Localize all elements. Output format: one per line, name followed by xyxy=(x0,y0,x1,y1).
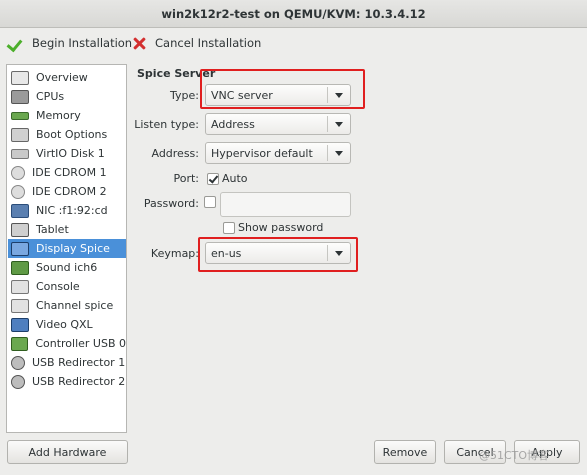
sidebar-item-channel-spice[interactable]: Channel spice xyxy=(8,296,126,315)
cpu-icon xyxy=(11,89,29,104)
show-password-label: Show password xyxy=(238,221,324,234)
usb-redirector-icon xyxy=(11,374,25,389)
cdrom-icon xyxy=(11,165,25,180)
port-auto-checkbox[interactable] xyxy=(207,173,219,185)
sidebar-item-controller-usb-0[interactable]: Controller USB 0 xyxy=(8,334,126,353)
sidebar-item-ide-cdrom-1[interactable]: IDE CDROM 1 xyxy=(8,163,126,182)
cancel-installation-button[interactable]: Cancel Installation xyxy=(131,34,261,52)
listen-type-select[interactable]: Address xyxy=(205,113,351,135)
boot-options-icon xyxy=(11,127,29,142)
controller-icon xyxy=(11,336,29,351)
usb-redirector-icon xyxy=(11,355,25,370)
channel-icon xyxy=(11,298,29,313)
checkmark-icon xyxy=(8,35,24,51)
remove-button[interactable]: Remove xyxy=(374,440,436,464)
type-highlight-box xyxy=(200,69,365,109)
disk-icon xyxy=(11,148,29,159)
sidebar-item-sound-ich6[interactable]: Sound ich6 xyxy=(8,258,126,277)
sidebar-item-boot-options[interactable]: Boot Options xyxy=(8,125,126,144)
sidebar-item-nic[interactable]: NIC :f1:92:cd xyxy=(8,201,126,220)
sidebar-item-overview[interactable]: Overview xyxy=(8,68,126,87)
sidebar-item-tablet[interactable]: Tablet xyxy=(8,220,126,239)
display-icon xyxy=(11,241,29,256)
show-password-checkbox[interactable] xyxy=(223,222,235,234)
sidebar-item-cpus[interactable]: CPUs xyxy=(8,87,126,106)
begin-installation-label: Begin Installation xyxy=(32,36,133,50)
password-field[interactable] xyxy=(220,192,351,217)
nic-icon xyxy=(11,203,29,218)
sidebar-item-video-qxl[interactable]: Video QXL xyxy=(8,315,126,334)
add-hardware-button[interactable]: Add Hardware xyxy=(7,440,128,464)
hardware-list: Overview CPUs Memory Boot Options VirtIO… xyxy=(6,64,127,433)
keymap-label: Keymap: xyxy=(150,247,199,260)
window-title: win2k12r2-test on QEMU/KVM: 10.3.4.12 xyxy=(161,7,426,21)
port-label: Port: xyxy=(173,172,199,185)
console-icon xyxy=(11,279,29,294)
toolbar: Begin Installation Cancel Installation xyxy=(0,28,587,58)
overview-icon xyxy=(11,70,29,85)
chevron-down-icon xyxy=(328,151,350,156)
memory-icon xyxy=(11,111,29,120)
password-label: Password: xyxy=(143,197,199,210)
address-value: Hypervisor default xyxy=(211,146,313,160)
sidebar-item-usb-redirector-1[interactable]: USB Redirector 1 xyxy=(8,353,126,372)
sidebar-item-ide-cdrom-2[interactable]: IDE CDROM 2 xyxy=(8,182,126,201)
cdrom-icon xyxy=(11,184,25,199)
begin-installation-button[interactable]: Begin Installation xyxy=(8,34,132,52)
sidebar-item-virtio-disk-1[interactable]: VirtIO Disk 1 xyxy=(8,144,126,163)
watermark: @51CTO博客 xyxy=(479,449,550,462)
cancel-installation-label: Cancel Installation xyxy=(155,36,262,50)
sidebar-item-usb-redirector-2[interactable]: USB Redirector 2 xyxy=(8,372,126,391)
tablet-icon xyxy=(11,222,29,237)
video-icon xyxy=(11,317,29,332)
type-label: Type: xyxy=(170,89,199,102)
listen-type-label: Listen type: xyxy=(134,118,199,131)
sidebar-item-console[interactable]: Console xyxy=(8,277,126,296)
address-label: Address: xyxy=(151,147,199,160)
listen-type-value: Address xyxy=(211,117,255,131)
address-select[interactable]: Hypervisor default xyxy=(205,142,351,164)
title-bar: win2k12r2-test on QEMU/KVM: 10.3.4.12 xyxy=(0,0,587,28)
chevron-down-icon xyxy=(328,122,350,127)
keymap-highlight-box xyxy=(198,237,358,272)
password-checkbox[interactable] xyxy=(204,196,216,208)
cancel-x-icon xyxy=(131,35,147,51)
sound-icon xyxy=(11,260,29,275)
port-auto-label: Auto xyxy=(222,172,248,185)
sidebar-item-display-spice[interactable]: Display Spice xyxy=(8,239,126,258)
sidebar-item-memory[interactable]: Memory xyxy=(8,106,126,125)
